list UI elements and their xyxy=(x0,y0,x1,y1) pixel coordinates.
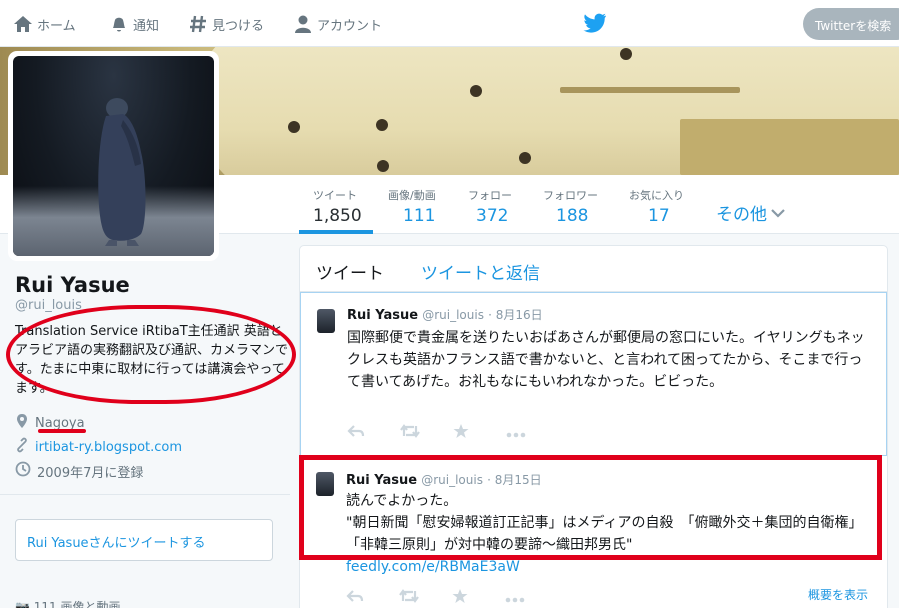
banner-hole xyxy=(519,152,531,164)
banner-hole xyxy=(288,121,300,133)
clock-icon xyxy=(15,461,37,481)
tweet-avatar[interactable] xyxy=(317,309,335,333)
tweet-author-handle[interactable]: @rui_louis xyxy=(422,308,484,322)
camera-icon: 📷 xyxy=(15,600,34,608)
twitter-bird-icon[interactable] xyxy=(583,13,607,37)
stat-label: ツイート xyxy=(313,189,357,202)
tweet-actions xyxy=(347,423,559,443)
stat-favorites[interactable]: お気に入り 17 xyxy=(629,187,684,226)
sidebar-media-link[interactable]: 📷 111 画像と動画 xyxy=(15,598,121,608)
tweet-author-name[interactable]: Rui Yasue xyxy=(347,308,418,323)
banner-hole xyxy=(470,85,482,97)
banner-hole xyxy=(376,119,388,131)
search-input[interactable]: Twitterを検索 xyxy=(803,8,899,40)
website-link[interactable]: irtibat-ry.blogspot.com xyxy=(35,440,182,455)
sidebar-divider xyxy=(0,494,290,495)
joined-label: 2009年7月に登録 xyxy=(37,465,144,481)
stat-value: 17 xyxy=(648,206,670,226)
banner-hole xyxy=(377,160,389,172)
tweet-to-user-button[interactable]: Rui Yasueさんにツイートする xyxy=(15,519,273,561)
tweet-header: Rui Yasue @rui_louis · 8月16日 xyxy=(347,308,543,323)
more-label: その他 xyxy=(716,205,767,225)
red-annotation-rectangle xyxy=(299,455,882,560)
stat-value: 111 xyxy=(403,206,436,226)
red-annotation-ellipse xyxy=(6,305,296,404)
tab-tweets-and-replies[interactable]: ツイートと返信 xyxy=(421,259,540,284)
stat-value: 372 xyxy=(476,206,509,226)
tweet-actions xyxy=(346,588,558,608)
tweet-text: 国際郵便で貴金属を送りたいおばあさんが郵便局の窓口にいた。イヤリングもネックレス… xyxy=(347,330,865,390)
stat-following[interactable]: フォロー 372 xyxy=(468,187,512,226)
banner-hole xyxy=(620,48,632,60)
nav-discover[interactable]: 見つける xyxy=(188,13,264,35)
nav-notifications[interactable]: 通知 xyxy=(109,13,159,35)
location-pin-icon xyxy=(15,413,35,433)
stat-followers[interactable]: フォロワー 188 xyxy=(543,187,598,226)
active-stat-underline xyxy=(299,230,373,234)
stat-label: フォロワー xyxy=(543,189,598,202)
retweet-icon[interactable] xyxy=(400,423,453,443)
nav-discover-label: 見つける xyxy=(212,18,265,34)
stat-value: 188 xyxy=(556,206,589,226)
avatar[interactable] xyxy=(8,51,219,261)
more-menu[interactable]: その他 xyxy=(716,200,785,225)
tab-tweets[interactable]: ツイート xyxy=(316,259,384,284)
person-icon xyxy=(293,14,317,34)
home-icon xyxy=(13,14,37,34)
avatar-photo xyxy=(13,56,214,256)
favorite-star-icon[interactable] xyxy=(453,423,506,443)
profile-website: irtibat-ry.blogspot.com xyxy=(15,437,182,457)
more-options-icon[interactable] xyxy=(506,423,559,443)
banner-slot xyxy=(680,119,899,175)
reply-icon[interactable] xyxy=(347,423,400,443)
nav-home-label: ホーム xyxy=(37,18,76,34)
hashtag-icon xyxy=(188,14,212,34)
nav-account-label: アカウント xyxy=(317,18,383,34)
show-summary-link[interactable]: 概要を表示 xyxy=(808,586,868,603)
stat-label: 画像/動画 xyxy=(388,189,436,202)
stat-label: お気に入り xyxy=(629,189,684,202)
nav-notifications-label: 通知 xyxy=(133,18,160,34)
more-options-icon[interactable] xyxy=(505,588,558,608)
media-count-label: 111 画像と動画 xyxy=(33,600,121,608)
banner-slot xyxy=(560,87,740,93)
nav-account[interactable]: アカウント xyxy=(293,13,382,35)
stat-media[interactable]: 画像/動画 111 xyxy=(388,187,436,226)
timeline-tabs: ツイート ツイートと返信 xyxy=(300,246,887,292)
retweet-icon[interactable] xyxy=(399,588,452,608)
bell-icon xyxy=(109,14,133,34)
link-icon xyxy=(15,437,35,457)
chevron-down-icon xyxy=(771,203,785,223)
nav-home[interactable]: ホーム xyxy=(13,13,76,35)
stat-value: 1,850 xyxy=(313,206,362,226)
profile-joined: 2009年7月に登録 xyxy=(15,461,143,481)
stat-tweets[interactable]: ツイート 1,850 xyxy=(313,187,362,226)
red-annotation-underline xyxy=(38,429,86,433)
robed-figure-image xyxy=(98,98,146,246)
favorite-star-icon[interactable] xyxy=(452,588,505,608)
reply-icon[interactable] xyxy=(346,588,399,608)
tweet-date[interactable]: 8月16日 xyxy=(496,308,543,322)
tweet-item[interactable]: Rui Yasue @rui_louis · 8月16日 国際郵便で貴金属を送り… xyxy=(300,292,887,456)
profile-name: Rui Yasue xyxy=(15,273,130,297)
top-nav: ホーム 通知 見つける アカウント Twitterを検索 xyxy=(0,0,899,47)
stat-label: フォロー xyxy=(468,189,512,202)
